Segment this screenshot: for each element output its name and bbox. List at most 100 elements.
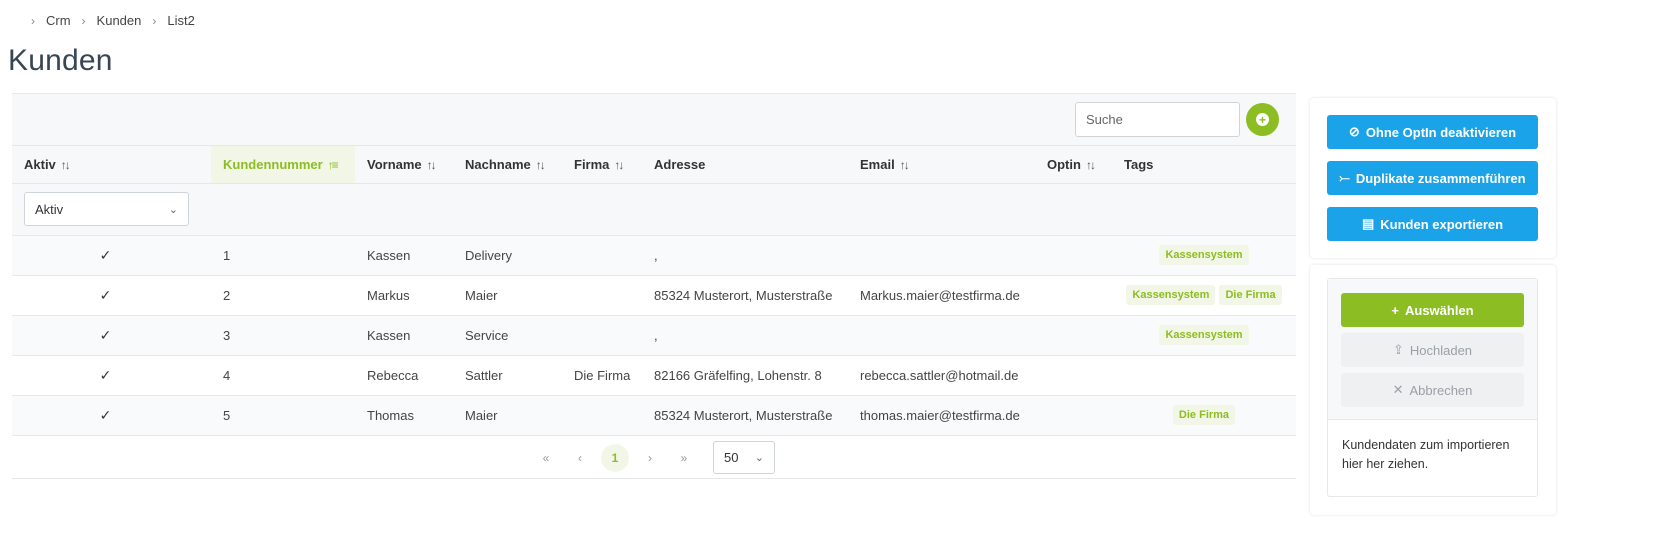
cell-tags: Kassensystem <box>1112 315 1296 356</box>
upload-button[interactable]: ⇪ Hochladen <box>1341 333 1524 367</box>
cell-vorname: Markus <box>355 275 453 316</box>
sort-icon: ↑↓ <box>426 157 437 172</box>
current-page-button[interactable]: 1 <box>601 443 629 472</box>
cell-firma <box>562 395 642 436</box>
column-header-adresse: Adresse <box>642 146 848 184</box>
check-icon: ✓ <box>99 326 112 343</box>
page-size-value: 50 <box>724 450 739 465</box>
aktiv-filter-select[interactable]: Aktiv ⌄ <box>24 192 189 226</box>
breadcrumb: › Crm › Kunden › List2 <box>28 13 195 28</box>
choose-file-button[interactable]: + Auswählen <box>1341 293 1524 327</box>
pagination: « ‹ 1 › » 50 ⌄ <box>12 437 1296 479</box>
cell-tags: Kassensystem <box>1112 235 1296 276</box>
merge-duplicates-button[interactable]: ⤚ Duplikate zusammenführen <box>1327 161 1538 195</box>
cell-kundennummer: 4 <box>211 355 355 396</box>
cell-email <box>848 235 1035 276</box>
cell-vorname: Rebecca <box>355 355 453 396</box>
plus-circle-icon: + <box>1256 113 1269 126</box>
check-icon: ✓ <box>99 286 112 303</box>
actions-card: ⊘ Ohne OptIn deaktivieren ⤚ Duplikate zu… <box>1310 98 1556 258</box>
upload-buttonbar: + Auswählen ⇪ Hochladen ✕ Abbrechen <box>1328 279 1537 420</box>
column-header-tags: Tags <box>1112 146 1296 184</box>
cell-nachname: Delivery <box>453 235 562 276</box>
table-toolbar: + <box>12 94 1296 146</box>
upload-icon: ⇪ <box>1392 342 1404 357</box>
aktiv-filter-value: Aktiv <box>35 201 64 217</box>
cell-aktiv: ✓ <box>12 275 211 316</box>
page-size-select[interactable]: 50 ⌄ <box>713 441 775 474</box>
table-row[interactable]: ✓ 2 Markus Maier 85324 Musterort, Musterstra… <box>12 275 1296 316</box>
cell-tags: Die Firma <box>1112 395 1296 436</box>
next-page-icon[interactable]: › <box>637 445 663 471</box>
table-body: ✓ 1 Kassen Delivery, Kassensystem ✓ 2 Markus Mai… <box>12 235 1296 436</box>
column-header-nachname[interactable]: Nachname ↑↓ <box>453 146 562 184</box>
previous-page-icon[interactable]: ‹ <box>567 445 593 471</box>
table-row[interactable]: ✓ 5 Thomas Maier 85324 Musterort, Musterstra… <box>12 395 1296 436</box>
customer-table-card: + Aktiv↑↓ Kundennummer↑≡ Vorname↑↓ Nachn… <box>12 93 1296 479</box>
cell-optin <box>1035 275 1112 316</box>
import-upload-card: + Auswählen ⇪ Hochladen ✕ Abbrechen Kund… <box>1310 265 1556 515</box>
filter-row: Aktiv ⌄ <box>12 183 1296 236</box>
cell-aktiv: ✓ <box>12 395 211 436</box>
cell-nachname: Sattler <box>453 355 562 396</box>
deactivate-without-optin-button[interactable]: ⊘ Ohne OptIn deaktivieren <box>1327 115 1538 149</box>
column-header-aktiv[interactable]: Aktiv ↑↓ <box>12 146 211 184</box>
cell-optin <box>1035 315 1112 356</box>
cell-email <box>848 315 1035 356</box>
table-row[interactable]: ✓ 4 Rebecca Sattler Die Firma 82166 Gräfelfin… <box>12 355 1296 396</box>
merge-arrow-icon: ⤚ <box>1339 170 1350 185</box>
cell-optin <box>1035 235 1112 276</box>
column-header-email[interactable]: Email ↑↓ <box>848 146 1035 184</box>
cell-adresse: 85324 Musterort, Musterstraße <box>642 395 848 436</box>
file-export-icon: ▤ <box>1361 216 1375 231</box>
column-header-vorname[interactable]: Vorname ↑↓ <box>355 146 453 184</box>
cell-adresse: , <box>642 235 848 276</box>
cell-vorname: Thomas <box>355 395 453 436</box>
cell-firma <box>562 235 642 276</box>
table-row[interactable]: ✓ 1 Kassen Delivery, Kassensystem <box>12 235 1296 276</box>
column-header-firma[interactable]: Firma ↑↓ <box>562 146 642 184</box>
cell-aktiv: ✓ <box>12 355 211 396</box>
check-icon: ✓ <box>99 406 112 423</box>
chevron-right-icon: › <box>31 13 35 28</box>
cell-aktiv: ✓ <box>12 235 211 276</box>
check-icon: ✓ <box>99 246 112 263</box>
export-customers-button[interactable]: ▤ Kunden exportieren <box>1327 207 1538 241</box>
breadcrumb-item-kunden[interactable]: Kunden <box>97 13 142 28</box>
cell-kundennummer: 3 <box>211 315 355 356</box>
cell-email: rebecca.sattler@hotmail.de <box>848 355 1035 396</box>
column-header-kundennummer[interactable]: Kundennummer ↑≡ <box>211 146 355 184</box>
cell-nachname: Maier <box>453 275 562 316</box>
check-icon: ✓ <box>99 366 112 383</box>
breadcrumb-item-list2[interactable]: List2 <box>167 13 194 28</box>
chevron-down-icon: ⌄ <box>754 452 764 464</box>
sort-icon: ↑↓ <box>614 157 624 172</box>
chevron-down-icon: ⌄ <box>168 203 178 216</box>
search-input[interactable] <box>1075 102 1240 137</box>
page-title: Kunden <box>8 44 113 77</box>
file-upload: + Auswählen ⇪ Hochladen ✕ Abbrechen Kund… <box>1327 278 1538 497</box>
cell-adresse: , <box>642 315 848 356</box>
first-page-icon[interactable]: « <box>533 445 559 471</box>
close-icon: ✕ <box>1392 382 1404 397</box>
drop-zone-text[interactable]: Kundendaten zum importieren hier her zie… <box>1328 420 1537 490</box>
cell-optin <box>1035 395 1112 436</box>
cell-vorname: Kassen <box>355 235 453 276</box>
sort-icon: ↑↓ <box>60 157 71 172</box>
table-row[interactable]: ✓ 3 Kassen Service, Kassensystem <box>12 315 1296 356</box>
tag-badge: Kassensystem <box>1159 245 1249 265</box>
column-header-optin[interactable]: Optin ↑↓ <box>1035 146 1112 184</box>
cell-email: thomas.maier@testfirma.de <box>848 395 1035 436</box>
sort-ascending-icon: ↑≡ <box>327 157 339 172</box>
cell-firma <box>562 275 642 316</box>
cell-vorname: Kassen <box>355 315 453 356</box>
cell-tags <box>1112 355 1296 396</box>
add-customer-button[interactable]: + <box>1246 103 1279 136</box>
sort-icon: ↑↓ <box>1085 157 1096 172</box>
last-page-icon[interactable]: » <box>671 445 697 471</box>
chevron-right-icon: › <box>81 13 86 28</box>
cell-adresse: 85324 Musterort, Musterstraße <box>642 275 848 316</box>
cell-nachname: Maier <box>453 395 562 436</box>
cancel-upload-button[interactable]: ✕ Abbrechen <box>1341 373 1524 407</box>
breadcrumb-item-crm[interactable]: Crm <box>46 13 71 28</box>
